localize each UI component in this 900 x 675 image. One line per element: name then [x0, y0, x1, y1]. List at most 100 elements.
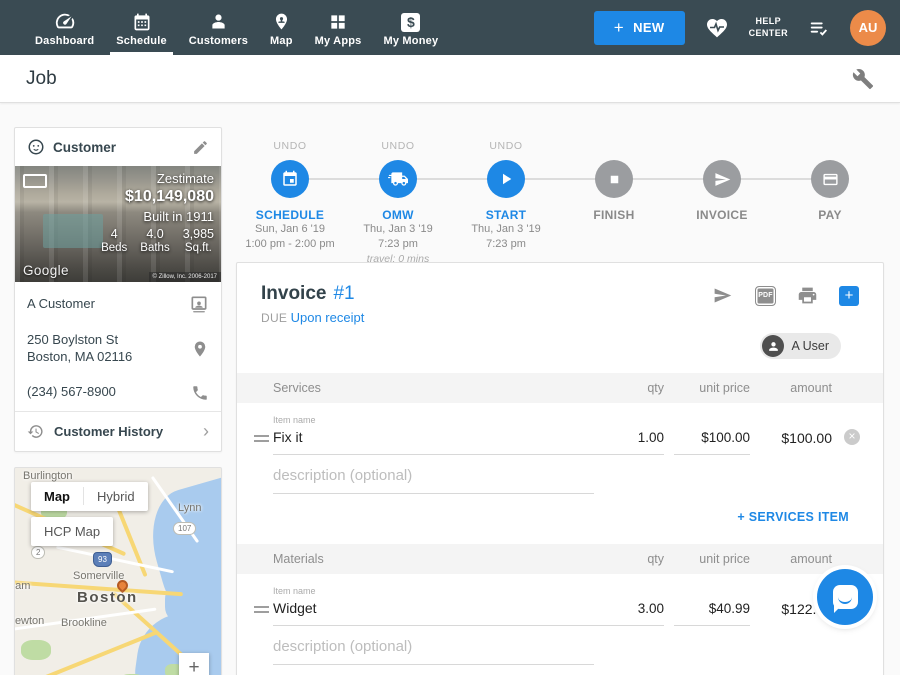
page-header: Job	[0, 55, 900, 103]
schedule-calendar-icon[interactable]	[271, 160, 309, 198]
location-pin-icon[interactable]	[191, 339, 209, 359]
navbar-right: + NEW HELP CENTER AU	[594, 0, 900, 55]
item-name-input[interactable]: Widget	[273, 600, 594, 626]
nav-tab-my-apps[interactable]: My Apps	[304, 0, 373, 55]
description-input[interactable]	[273, 457, 594, 494]
item-name-input[interactable]: Fix it	[273, 429, 594, 455]
user-silhouette-icon	[762, 335, 784, 357]
nav-tab-my-money[interactable]: $ My Money	[373, 0, 450, 55]
delete-item-icon[interactable]: ×	[844, 429, 860, 445]
drag-handle-icon[interactable]	[249, 606, 273, 626]
street-view-icon[interactable]	[23, 174, 47, 188]
money-icon: $	[401, 8, 420, 32]
step-time: 7:23 pm	[452, 237, 560, 252]
main-column: UNDO SCHEDULE Sun, Jan 6 '19 1:00 pm - 2…	[236, 127, 884, 675]
apps-grid-icon	[328, 8, 348, 32]
hcp-map-control: HCP Map	[31, 517, 113, 546]
nav-tab-label: Dashboard	[35, 35, 94, 47]
zestimate-overlay: Zestimate $10,149,080 Built in 1911 4 Be…	[101, 171, 214, 254]
nav-tab-dashboard[interactable]: Dashboard	[24, 0, 105, 55]
invoice-title: Invoice	[261, 283, 326, 305]
invoice-send-icon[interactable]	[703, 160, 741, 198]
unit-price-input[interactable]: $100.00	[674, 430, 750, 455]
chat-support-button[interactable]	[817, 569, 873, 625]
description-input[interactable]	[273, 628, 594, 665]
materials-label: Materials	[273, 552, 594, 566]
job-status-timeline: UNDO SCHEDULE Sun, Jan 6 '19 1:00 pm - 2…	[236, 127, 884, 260]
amount-value: $100.00	[760, 430, 832, 455]
customer-name-row: A Customer	[15, 282, 221, 323]
health-heart-icon[interactable]	[704, 16, 730, 40]
zillow-copyright: © Zillow, Inc. 2006-2017	[149, 272, 221, 282]
finish-stop-icon[interactable]	[595, 160, 633, 198]
omw-truck-icon[interactable]	[379, 160, 417, 198]
qty-input[interactable]: 3.00	[594, 601, 664, 626]
tasks-checklist-icon[interactable]	[807, 17, 831, 39]
item-name-label: Item name	[273, 586, 594, 596]
user-avatar[interactable]: AU	[850, 10, 886, 46]
customers-icon	[208, 8, 229, 32]
material-line-item: Item name Widget 3.00 $40.99 $122.97 ×	[237, 574, 883, 665]
built-year: Built in 1911	[101, 209, 214, 224]
undo-omw-button[interactable]: UNDO	[344, 140, 452, 153]
drag-handle-icon[interactable]	[249, 435, 273, 455]
timeline-step-finish: FINISH	[560, 140, 668, 265]
start-play-icon[interactable]	[487, 160, 525, 198]
nav-tab-customers[interactable]: Customers	[178, 0, 259, 55]
services-label: Services	[273, 381, 594, 395]
customer-phone: (234) 567-8900	[27, 384, 191, 401]
page-title: Job	[26, 68, 57, 90]
map-label-newton: Newton	[14, 615, 44, 627]
help-center-link[interactable]: HELP CENTER	[749, 16, 788, 39]
map-label-brookline: Brookline	[61, 617, 107, 629]
step-time: 1:00 pm - 2:00 pm	[236, 237, 344, 252]
stat-baths: 4.0 Baths	[140, 227, 169, 254]
content: Customer Zestimate $10,149,080 Built in …	[0, 103, 900, 675]
materials-section-header: Materials qty unit price amount	[237, 544, 883, 574]
customer-history-row[interactable]: Customer History ›	[15, 411, 221, 451]
stat-beds: 4 Beds	[101, 227, 127, 254]
new-button[interactable]: + NEW	[594, 11, 685, 45]
map-type-hybrid-button[interactable]: Hybrid	[84, 482, 148, 511]
customer-card-title: Customer	[53, 140, 184, 155]
due-terms-link[interactable]: Upon receipt	[291, 310, 365, 325]
qty-column-header: qty	[594, 552, 664, 566]
hcp-map-button[interactable]: HCP Map	[31, 517, 113, 546]
job-settings-wrench-icon[interactable]	[852, 68, 874, 90]
pay-card-icon[interactable]	[811, 160, 849, 198]
undo-schedule-button[interactable]: UNDO	[236, 140, 344, 153]
nav-tab-map[interactable]: Map	[259, 0, 304, 55]
nav-tab-label: Schedule	[116, 35, 167, 47]
zoom-in-button[interactable]: +	[179, 653, 209, 675]
print-icon[interactable]	[797, 285, 818, 306]
unit-price-column-header: unit price	[674, 552, 750, 566]
timeline-step-schedule: UNDO SCHEDULE Sun, Jan 6 '19 1:00 pm - 2…	[236, 140, 344, 265]
nav-tab-schedule[interactable]: Schedule	[105, 0, 178, 55]
map-type-map-button[interactable]: Map	[31, 482, 83, 511]
send-invoice-icon[interactable]	[711, 285, 734, 306]
step-date: Sun, Jan 6 '19	[236, 222, 344, 237]
qty-input[interactable]: 1.00	[594, 430, 664, 455]
map-label-burlington: Burlington	[23, 470, 73, 482]
chevron-right-icon: ›	[203, 425, 209, 437]
contact-card-icon[interactable]	[189, 294, 209, 314]
history-clock-icon	[27, 423, 44, 440]
phone-icon[interactable]	[191, 384, 209, 402]
left-sidebar: Customer Zestimate $10,149,080 Built in …	[14, 127, 222, 675]
nav-tabs: Dashboard Schedule Customers Map My Apps	[24, 0, 449, 55]
add-invoice-button[interactable]: +	[839, 286, 859, 306]
invoice-number[interactable]: #1	[333, 283, 354, 305]
map-card[interactable]: Burlington Lynn 107 2 93 Somerville ham …	[14, 467, 222, 675]
item-name-label: Item name	[273, 415, 594, 425]
unit-price-input[interactable]: $40.99	[674, 601, 750, 626]
pdf-icon[interactable]: PDF	[755, 286, 776, 306]
plus-icon: +	[614, 18, 624, 38]
assigned-user-chip[interactable]: A User	[760, 333, 841, 359]
undo-start-button[interactable]: UNDO	[452, 140, 560, 153]
customer-card: Customer Zestimate $10,149,080 Built in …	[14, 127, 222, 452]
edit-pencil-icon[interactable]	[192, 139, 209, 156]
map-label-waltham: ham	[14, 580, 30, 592]
add-services-item-button[interactable]: + SERVICES ITEM	[237, 510, 849, 524]
zestimate-value: $10,149,080	[101, 188, 214, 206]
nav-tab-label: My Money	[384, 35, 439, 47]
